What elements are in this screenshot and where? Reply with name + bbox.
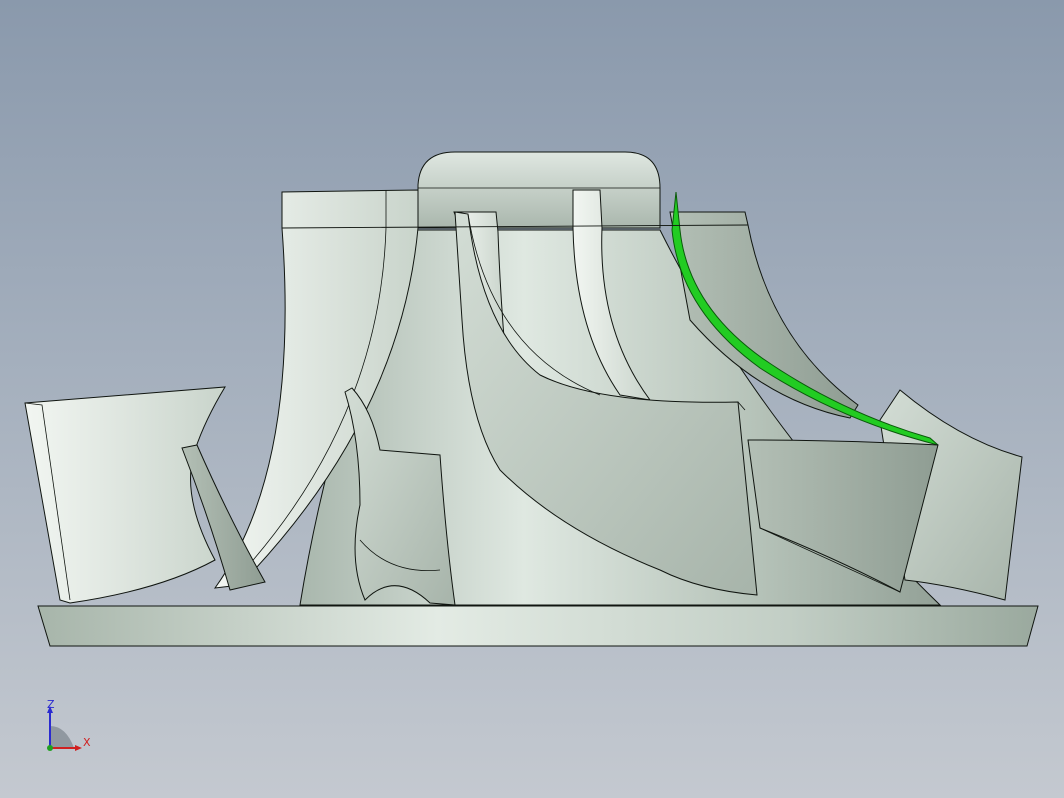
- z-axis-label: Z: [47, 698, 55, 711]
- hub-nose-cap[interactable]: [417, 151, 661, 229]
- coordinate-triad: Z X: [40, 696, 100, 756]
- cad-viewport[interactable]: [0, 0, 1064, 798]
- base-disk[interactable]: [37, 605, 1039, 647]
- triad-plane-icon: [50, 726, 74, 748]
- x-axis-label: X: [83, 736, 91, 749]
- impeller-model[interactable]: [0, 0, 1064, 798]
